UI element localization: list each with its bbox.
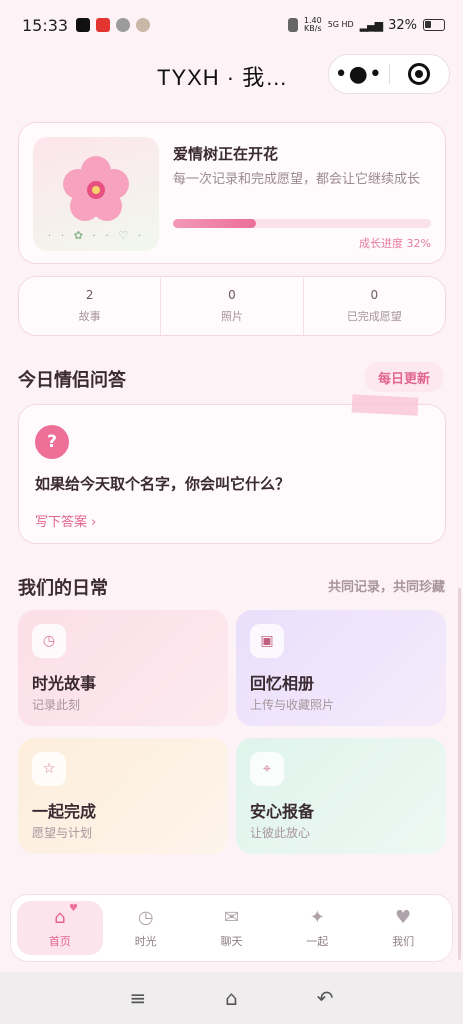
tile-subtitle: 让彼此放心	[250, 826, 311, 840]
stat-photos[interactable]: 0 照片	[160, 277, 302, 335]
growth-progress-label: 成长进度 32%	[359, 237, 431, 250]
more-dots-icon[interactable]: •●•	[329, 62, 389, 87]
heart-badge-icon: ♥	[69, 903, 78, 914]
bottom-tab-bar: ♥ ⌂ 首页 ◷ 时光 ✉ 聊天 ✦ 一起 ♥ 我们	[10, 894, 453, 962]
tab-chat[interactable]: ✉ 聊天	[189, 901, 275, 955]
heart-icon: ♥	[395, 907, 412, 928]
sparkle-icon: ✦	[309, 907, 325, 928]
tile-title: 安心报备	[250, 802, 315, 821]
stat-value: 0	[370, 288, 379, 302]
tile-together[interactable]: ☆ 一起完成 愿望与计划	[18, 738, 228, 854]
qa-section-title: 今日情侣问答	[18, 370, 126, 391]
star-icon: ☆	[32, 752, 66, 786]
battery-percent: 32%	[388, 17, 417, 33]
album-icon: ▣	[250, 624, 284, 658]
daily-update-badge: 每日更新	[364, 362, 444, 392]
stat-stories[interactable]: 2 故事	[19, 277, 160, 335]
tree-thumbnail: · · ✿ · · ♡ ·	[33, 137, 159, 251]
qa-card[interactable]: ? 如果给今天取个名字，你会叫它什么？ 写下答案 ›	[18, 404, 446, 544]
avatar-small-icon	[136, 18, 151, 32]
system-nav-bar: ≡ ⌂ ↶	[0, 972, 463, 1024]
notification-icons	[76, 18, 151, 32]
stat-label: 已完成愿望	[346, 310, 402, 323]
stat-wishes[interactable]: 0 已完成愿望	[302, 277, 445, 335]
tab-label: 聊天	[220, 935, 243, 948]
write-answer-link[interactable]: 写下答案 ›	[35, 511, 96, 530]
title-bar: TYXH · 我… •●•	[0, 50, 463, 98]
tile-time-stories[interactable]: ◷ 时光故事 记录此刻	[18, 610, 228, 726]
tab-label: 我们	[392, 935, 415, 948]
tab-together[interactable]: ✦ 一起	[274, 901, 360, 955]
stat-value: 0	[228, 288, 236, 302]
stat-label: 故事	[78, 310, 101, 323]
tile-title: 回忆相册	[250, 674, 315, 693]
flower-icon	[63, 156, 129, 221]
tab-label: 一起	[306, 935, 329, 948]
menu-capsule: •●•	[328, 54, 450, 94]
home-icon: ⌂	[54, 907, 66, 928]
app-red-icon	[96, 18, 111, 32]
location-icon: ⌖	[250, 752, 284, 786]
signal-icon: ▂▄▆	[359, 18, 383, 32]
tile-subtitle: 记录此刻	[32, 698, 81, 712]
bird-icon	[116, 18, 131, 32]
growth-progress-fill	[173, 219, 256, 228]
envelope-icon: ✉	[223, 907, 240, 928]
stat-label: 照片	[220, 310, 243, 323]
tile-title: 一起完成	[32, 802, 97, 821]
tree-description: 每一次记录和完成愿望，都会让它继续成长	[173, 172, 421, 187]
tile-memory-album[interactable]: ▣ 回忆相册 上传与收藏照片	[236, 610, 446, 726]
tab-time[interactable]: ◷ 时光	[103, 901, 189, 955]
network-type: 5G HD	[327, 20, 354, 29]
question-text: 如果给今天取个名字，你会叫它什么？	[35, 475, 291, 493]
tile-subtitle: 上传与收藏照片	[250, 698, 335, 712]
stat-value: 2	[85, 288, 94, 302]
back-icon[interactable]: ↶	[317, 986, 334, 1010]
home-nav-icon[interactable]: ⌂	[225, 986, 238, 1010]
close-button[interactable]	[389, 63, 449, 85]
tape-decoration	[351, 394, 419, 416]
network-speed: 1.40 KB/s	[303, 16, 322, 33]
tile-subtitle: 愿望与计划	[32, 826, 93, 840]
stats-card: 2 故事 0 照片 0 已完成愿望	[18, 276, 446, 336]
tiktok-icon	[76, 18, 91, 32]
status-time: 15:33	[22, 15, 69, 35]
vibrate-icon	[287, 18, 298, 32]
status-bar: 15:33 1.40 KB/s 5G HD ▂▄▆ 32%	[0, 0, 463, 50]
page-title: TYXH · 我…	[157, 65, 289, 90]
tab-home[interactable]: ♥ ⌂ 首页	[17, 901, 103, 955]
tile-check-in[interactable]: ⌖ 安心报备 让彼此放心	[236, 738, 446, 854]
love-tree-card[interactable]: · · ✿ · · ♡ · 爱情树正在开花 每一次记录和完成愿望，都会让它继续成…	[18, 122, 446, 264]
target-close-icon	[408, 63, 431, 85]
tab-label: 首页	[48, 935, 71, 948]
question-icon: ?	[35, 425, 69, 459]
tree-title: 爱情树正在开花	[173, 145, 279, 163]
scrollbar[interactable]	[458, 588, 461, 960]
tree-decoration: · · ✿ · · ♡ ·	[47, 229, 145, 242]
tab-label: 时光	[134, 935, 157, 948]
battery-icon	[423, 19, 445, 31]
clock-icon: ◷	[137, 907, 154, 928]
tile-title: 时光故事	[32, 674, 97, 693]
tab-us[interactable]: ♥ 我们	[360, 901, 446, 955]
daily-section-note: 共同记录，共同珍藏	[327, 580, 445, 595]
daily-section-title: 我们的日常	[18, 578, 108, 599]
status-right: 1.40 KB/s 5G HD ▂▄▆ 32%	[287, 16, 445, 33]
clock-icon: ◷	[32, 624, 66, 658]
growth-progress-bar	[173, 219, 431, 228]
menu-icon[interactable]: ≡	[129, 986, 146, 1010]
